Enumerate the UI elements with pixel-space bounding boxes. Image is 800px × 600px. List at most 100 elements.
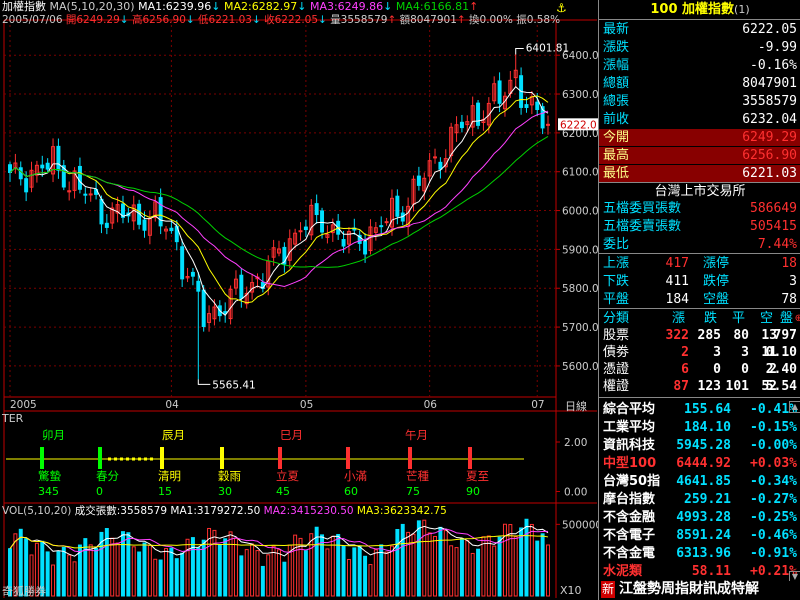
ma4-value: MA4:6166.81 [395,0,470,13]
volume-bar [110,537,115,597]
breadth-value-2: 18 [781,256,797,271]
index-row[interactable]: 中型100 6444.92 +0.03% [599,455,800,472]
ma1-value: MA1:6239.96 [138,0,212,13]
candle-body [158,197,163,227]
ter-term-name: 小滿 [344,469,367,483]
category-row: 債劵 2 3 3 11 0.10 [599,344,800,361]
candle-body [497,80,502,104]
volume-bar [336,533,341,597]
category-cell: 101 [725,379,749,394]
index-row[interactable]: 不含電子 8591.24 -0.46% [599,527,800,544]
category-cell: 6 [681,362,689,377]
index-value: 58.11 [691,564,731,579]
volume-bar [266,554,271,597]
vol-legend-ma2: MA2:3415230.50 [263,505,354,517]
ter-tick-label: 0.00 [564,487,587,499]
high-marker [515,47,524,55]
index-row[interactable]: 摩台指數 259.21 -0.27% [599,491,800,508]
index-row[interactable]: 台灣50指 4641.85 -0.34% [599,473,800,490]
index-row[interactable]: 水泥類 58.11 +0.21% [599,563,800,580]
index-row[interactable]: 不含金電 6313.96 -0.91% [599,545,800,562]
news-ticker[interactable]: 新 江盤勢周指財訊成特解 [599,581,800,598]
chart-header-row: 加權指數 MA(5,10,20,30) MA1:6239.96↓ MA2:628… [2,1,478,13]
quote-label: 漲幅 [603,58,630,73]
candle-body [379,225,384,228]
candle-body [40,164,45,169]
ter-term-name: 春分 [96,469,119,483]
ter-term-name: 清明 [158,469,181,483]
candle-body [77,165,82,190]
time-tick-label: 07 [531,399,544,411]
order-book-label: 五檔委賣張數 [603,219,682,234]
ter-term-bar [160,447,164,469]
ma3-arrow: ↓ [383,0,393,13]
index-value: 259.21 [684,492,731,507]
ter-tick-label: 2.00 [564,437,587,449]
ter-term-bar [278,447,282,469]
vol-unit: X10 [560,584,582,597]
volume-header: VOL(5,10,20) 成交張數:3558579 MA1:3179272.50… [2,505,447,517]
index-row[interactable]: 不含金融 4993.28 -0.25% [599,509,800,526]
category-cell: 2.40 [765,362,797,377]
index-row[interactable]: 工業平均 184.10 -0.15% [599,419,800,436]
quote-label: 最高 [603,148,630,163]
volume-bar [228,531,233,597]
index-name: 不含金融 [603,510,656,525]
stock-chart-window: 6400.0 6300.0 6200.0 6100.0 6000.0 5900.0 5800… [0,0,800,600]
volume-bar [255,550,260,597]
price-tick-label: 6000.0 [562,206,598,218]
anchor-icon[interactable]: ⚓ [556,2,567,14]
volume-bar [72,561,77,597]
volume-bar [502,523,507,597]
category-row: 權證 87 123 101 52 5.54 [599,378,800,395]
candle-body [99,198,104,225]
candle-body [535,101,540,111]
volume-bar [61,546,66,597]
candle-body [169,227,174,232]
volume-bar [465,540,470,597]
index-value: 5945.28 [676,438,731,453]
index-scrollbar[interactable]: ▲ ▼ [789,401,800,583]
index-name: 不含金電 [603,546,656,561]
high-arrow: ↓ [185,14,195,26]
price-tick-label: 6300.0 [562,89,598,101]
quote-label: 最新 [603,22,630,37]
candle-body [395,195,400,217]
close-arrow: ↓ [318,14,327,26]
category-name: 憑證 [603,362,630,377]
quote-row: 漲幅 -0.16% [599,57,800,74]
ter-term-name: 立夏 [276,469,299,483]
quote-label: 漲跌 [603,40,630,55]
quote-value: 6249.29 [742,130,797,145]
candle-body [201,289,206,327]
category-cell: 2 [681,345,689,360]
breadth-value-1: 411 [665,274,689,289]
ma2-value: MA2:6282.97 [224,0,298,13]
ter-month-label: 巳月 [280,428,303,442]
order-book-label: 委比 [603,237,630,252]
volume-bar [293,534,298,597]
chart-title: 加權指數 [2,0,46,13]
scroll-up-icon[interactable]: ▲ [789,401,800,413]
volume-bar [433,535,437,597]
candle-body [104,222,109,228]
index-row[interactable]: 綜合平均 155.64 -0.41% [599,401,800,418]
volume-bar [427,532,432,597]
category-menu-icon[interactable]: ⊕ [795,310,800,327]
volume-bar [126,532,131,597]
category-header: 分類 漲 跌平空盤 ⊕ [599,310,800,327]
quote-row: 漲跌 -9.99 [599,39,800,56]
index-value: 4641.85 [676,474,731,489]
quote-row: 最低 6221.03 [599,165,800,182]
quote-title: 100 加權指數(1) [599,1,800,18]
volume-bar [454,547,459,597]
order-book-row: 五檔委買張數 586649 [599,200,800,217]
volume-bar [282,561,287,597]
volume-bar [481,536,486,597]
ma1-arrow: ↓ [211,0,221,13]
candle-body [180,246,185,280]
quote-row: 總張 3558579 [599,93,800,110]
volume-arrow: ↑ [387,14,397,26]
index-row[interactable]: 資訊科技 5945.28 -0.00% [599,437,800,454]
volume-bar [373,549,378,597]
